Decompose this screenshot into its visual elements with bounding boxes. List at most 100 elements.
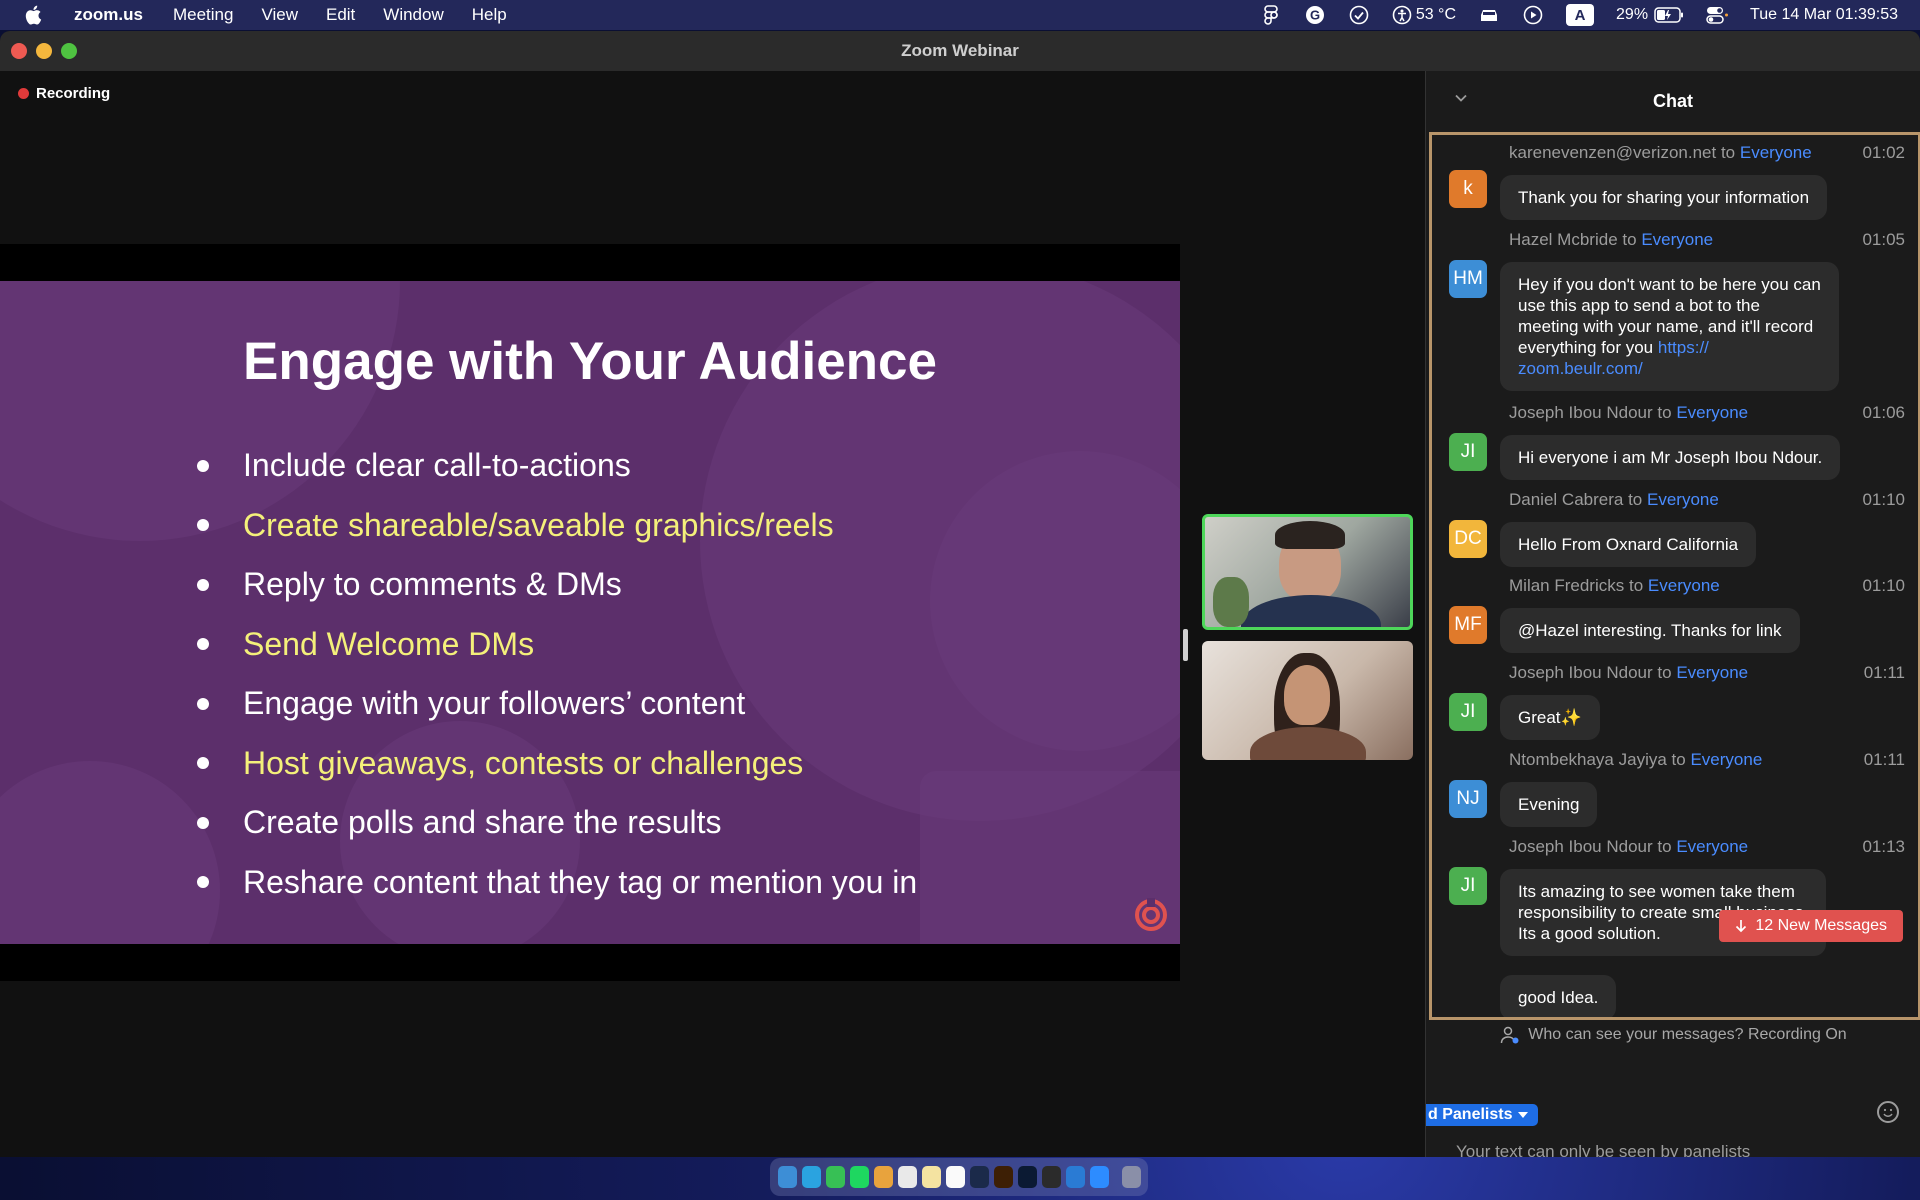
panel-resize-handle[interactable] (1183, 629, 1188, 661)
notes-icon[interactable] (921, 1166, 941, 1188)
menu-help[interactable]: Help (472, 5, 507, 25)
chat-bubble[interactable]: good Idea. (1500, 975, 1617, 1017)
chat-bubble[interactable]: Thank you for sharing your information (1500, 175, 1828, 220)
telegram-icon[interactable] (801, 1166, 821, 1188)
chat-title: Chat (1653, 90, 1693, 111)
chat-message-line: everything for you https:// (1518, 337, 1821, 358)
photoshop-icon[interactable] (1017, 1166, 1037, 1188)
chat-bubble[interactable]: @Hazel interesting. Thanks for link (1500, 608, 1800, 653)
new-messages-label: 12 New Messages (1755, 917, 1887, 934)
new-messages-button[interactable]: 12 New Messages (1719, 910, 1903, 942)
participant-shirt (1250, 727, 1366, 760)
chat-recipient[interactable]: Everyone (1676, 837, 1748, 856)
chat-message-text: Hey if you don't want to be here you can (1518, 275, 1821, 294)
menu-edit[interactable]: Edit (326, 5, 355, 25)
chevron-down-icon[interactable] (1452, 89, 1470, 107)
close-window-button[interactable] (11, 43, 27, 59)
chrome-icon[interactable] (873, 1166, 893, 1188)
control-center-icon[interactable] (1706, 4, 1729, 26)
chat-timestamp: 01:10 (1862, 576, 1905, 595)
trash-icon[interactable] (1121, 1166, 1141, 1188)
chat-input[interactable]: Your text can only be seen by panelists (1456, 1142, 1750, 1157)
chat-recipient[interactable]: Everyone (1690, 750, 1762, 769)
slide-bullet-text: Create polls and share the results (243, 804, 722, 841)
avatar[interactable]: JI (1449, 693, 1487, 731)
clock[interactable]: Tue 14 Mar 01:39:53 (1750, 6, 1898, 24)
play-circle-icon[interactable] (1522, 4, 1544, 26)
slide-bullet-text: Reply to comments & DMs (243, 566, 622, 603)
chat-message-list[interactable]: k karenevenzen@verizon.net to Everyone 01:… (1429, 132, 1920, 1020)
notion-icon[interactable] (945, 1166, 965, 1188)
menu-view[interactable]: View (261, 5, 298, 25)
chat-bubble[interactable]: Great✨ (1500, 695, 1600, 740)
illustrator-icon[interactable] (993, 1166, 1013, 1188)
chat-recipient[interactable]: Everyone (1648, 576, 1720, 595)
apple-menu-icon[interactable] (24, 4, 52, 26)
emoji-button[interactable] (1877, 1101, 1899, 1123)
chat-recipient[interactable]: Everyone (1676, 663, 1748, 682)
chat-recipient-dropdown[interactable]: d Panelists (1426, 1104, 1539, 1126)
chat-message-text: Great✨ (1518, 708, 1582, 727)
chat-bubble[interactable]: Evening (1500, 782, 1598, 827)
temperature-widget[interactable]: 53 °C (1392, 5, 1456, 25)
chat-message-text: everything for you (1518, 338, 1658, 357)
caret-down-icon (1518, 1112, 1529, 1118)
menu-window[interactable]: Window (383, 5, 443, 25)
window-titlebar: Zoom Webinar (0, 31, 1920, 71)
chat-recipient[interactable]: Everyone (1641, 230, 1713, 249)
avatar[interactable]: JI (1449, 867, 1487, 905)
bullet-dot-icon (197, 519, 209, 532)
grammarly-icon[interactable]: G (1304, 4, 1326, 26)
chat-timestamp: 01:02 (1862, 143, 1905, 162)
car-icon[interactable] (1478, 4, 1500, 26)
participant-shirt (1241, 595, 1381, 627)
avatar[interactable]: HM (1449, 260, 1487, 298)
recording-indicator[interactable]: Recording (18, 85, 110, 102)
battery-widget[interactable]: 29% (1616, 6, 1684, 24)
zoom-icon[interactable] (1089, 1166, 1109, 1188)
slide-bullet-text: Create shareable/saveable graphics/reels (243, 506, 834, 543)
slide-bullet: Reshare content that they tag or mention… (197, 853, 917, 913)
finder-icon[interactable] (777, 1166, 797, 1188)
chat-message-header: karenevenzen@verizon.net to Everyone (1509, 143, 1812, 163)
chat-message-text: Its a good solution. (1518, 924, 1661, 943)
participant-face (1284, 665, 1330, 725)
whatsapp-icon[interactable] (825, 1166, 845, 1188)
chat-link[interactable]: zoom.beulr.com/ (1518, 358, 1821, 379)
chat-recipient[interactable]: Everyone (1676, 403, 1748, 422)
avatar[interactable]: JI (1449, 433, 1487, 471)
calendar-icon[interactable] (897, 1166, 917, 1188)
presenter-logo-icon (1135, 898, 1167, 931)
maximize-window-button[interactable] (61, 43, 77, 59)
figma-dock-icon[interactable] (1041, 1166, 1061, 1188)
spotify-icon[interactable] (849, 1166, 869, 1188)
video-tile-participant[interactable] (1202, 641, 1413, 760)
chat-message-line: use this app to send a bot to the (1518, 295, 1821, 316)
video-tile-active-speaker[interactable] (1202, 514, 1413, 630)
chat-message-header: Joseph Ibou Ndour to Everyone (1509, 403, 1748, 423)
chat-privacy-note[interactable]: Who can see your messages? Recording On (1426, 1026, 1920, 1044)
menu-app-name[interactable]: zoom.us (74, 5, 143, 25)
chat-bubble[interactable]: Hi everyone i am Mr Joseph Ibou Ndour. (1500, 435, 1841, 480)
svg-text:G: G (1310, 8, 1320, 23)
chat-panel: Chat k karenevenzen@verizon.net to Everyo… (1425, 71, 1920, 1157)
keyboard-input-icon[interactable]: A (1566, 4, 1595, 26)
minimize-window-button[interactable] (36, 43, 52, 59)
chat-recipient[interactable]: Everyone (1647, 490, 1719, 509)
person-visibility-icon (1501, 1026, 1519, 1044)
lightroom-icon[interactable] (969, 1166, 989, 1188)
chat-bubble[interactable]: Hey if you don't want to be here you can… (1500, 262, 1839, 391)
check-circle-icon[interactable] (1348, 4, 1370, 26)
vscode-icon[interactable] (1065, 1166, 1085, 1188)
avatar[interactable]: MF (1449, 606, 1487, 644)
avatar[interactable]: NJ (1449, 780, 1487, 818)
smiley-icon (1883, 1108, 1893, 1117)
avatar[interactable]: DC (1449, 520, 1487, 558)
chat-message-header: Joseph Ibou Ndour to Everyone (1509, 837, 1748, 857)
menu-meeting[interactable]: Meeting (173, 5, 233, 25)
chat-link[interactable]: https:// (1658, 338, 1709, 357)
avatar[interactable]: k (1449, 170, 1487, 208)
chat-bubble[interactable]: Hello From Oxnard California (1500, 522, 1757, 567)
chat-recipient[interactable]: Everyone (1740, 143, 1812, 162)
figma-icon[interactable] (1260, 4, 1282, 26)
